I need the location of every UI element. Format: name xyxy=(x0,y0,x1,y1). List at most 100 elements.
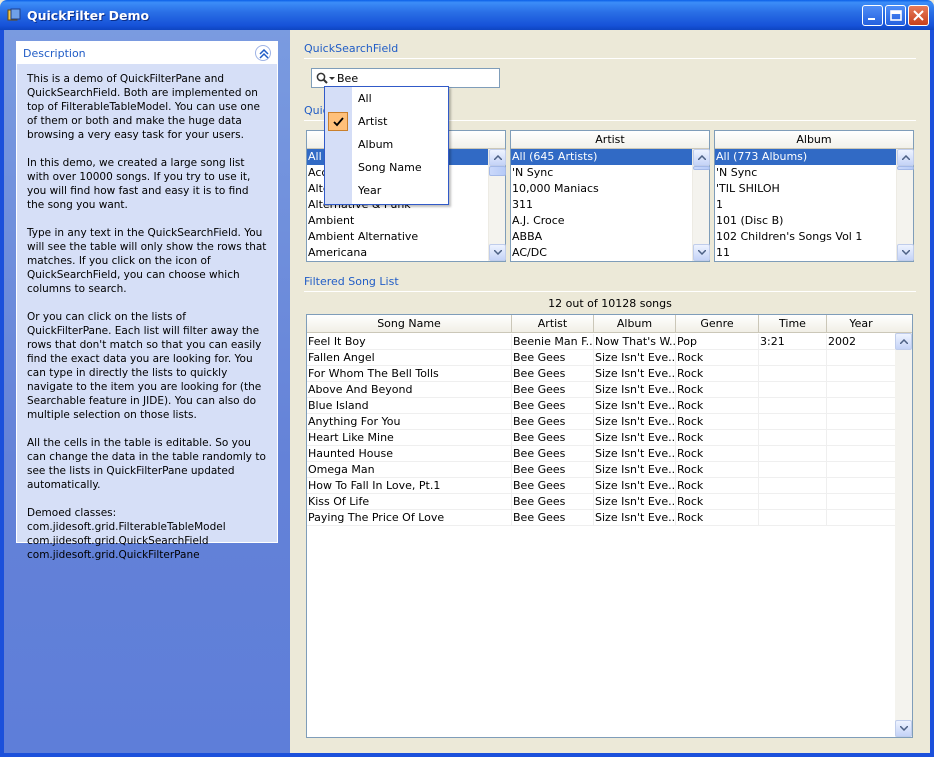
cell-genre[interactable]: Rock xyxy=(676,430,759,446)
cell-year[interactable] xyxy=(827,430,896,446)
table-row[interactable]: Heart Like Mine Bee Gees Size Isn't Eve...… xyxy=(307,430,896,446)
table-row[interactable]: Omega Man Bee Gees Size Isn't Eve... Rock xyxy=(307,462,896,478)
scroll-up-button[interactable] xyxy=(693,149,710,166)
title-bar[interactable]: QuickFilter Demo xyxy=(0,0,934,30)
maximize-button[interactable] xyxy=(885,5,906,26)
cell-album[interactable]: Size Isn't Eve... xyxy=(594,414,676,430)
table-row[interactable]: Paying The Price Of Love Bee Gees Size Isn… xyxy=(307,510,896,526)
filter-list-artist[interactable]: Artist All (645 Artists) 'N Sync 10,000 … xyxy=(510,130,710,262)
list-item[interactable]: 'N Sync xyxy=(511,165,692,181)
filter-list-album[interactable]: Album All (773 Albums) 'N Sync 'TIL SHIL… xyxy=(714,130,914,262)
cell-album[interactable]: Size Isn't Eve... xyxy=(594,350,676,366)
list-item[interactable]: All (645 Artists) xyxy=(511,149,692,165)
description-header[interactable]: Description xyxy=(17,42,277,64)
cell-time[interactable] xyxy=(759,366,827,382)
cell-time[interactable] xyxy=(759,430,827,446)
cell-genre[interactable]: Rock xyxy=(676,382,759,398)
cell-genre[interactable]: Rock xyxy=(676,478,759,494)
cell-song-name[interactable]: Kiss Of Life xyxy=(307,494,512,510)
cell-song-name[interactable]: Above And Beyond xyxy=(307,382,512,398)
quick-search-field[interactable]: Bee xyxy=(311,68,500,88)
cell-song-name[interactable]: Heart Like Mine xyxy=(307,430,512,446)
cell-album[interactable]: Size Isn't Eve... xyxy=(594,430,676,446)
cell-artist[interactable]: Bee Gees xyxy=(512,510,594,526)
cell-time[interactable] xyxy=(759,382,827,398)
cell-album[interactable]: Size Isn't Eve... xyxy=(594,478,676,494)
list-item[interactable]: ABBA xyxy=(511,229,692,245)
cell-genre[interactable]: Rock xyxy=(676,398,759,414)
cell-song-name[interactable]: How To Fall In Love, Pt.1 xyxy=(307,478,512,494)
cell-artist[interactable]: Bee Gees xyxy=(512,350,594,366)
cell-genre[interactable]: Pop xyxy=(676,334,759,350)
cell-album[interactable]: Size Isn't Eve... xyxy=(594,366,676,382)
cell-genre[interactable]: Rock xyxy=(676,446,759,462)
scroll-up-button[interactable] xyxy=(489,149,506,166)
cell-time[interactable] xyxy=(759,414,827,430)
scroll-down-button[interactable] xyxy=(693,244,710,261)
list-item[interactable]: 'TIL SHILOH xyxy=(715,181,896,197)
cell-genre[interactable]: Rock xyxy=(676,510,759,526)
list-scrollbar[interactable] xyxy=(896,149,914,261)
cell-time[interactable] xyxy=(759,510,827,526)
menu-item-artist[interactable]: Artist xyxy=(325,110,448,133)
cell-artist[interactable]: Bee Gees xyxy=(512,462,594,478)
cell-artist[interactable]: Bee Gees xyxy=(512,414,594,430)
list-item[interactable]: 11 xyxy=(715,245,896,261)
column-header-album[interactable]: Album xyxy=(594,315,676,333)
cell-year[interactable] xyxy=(827,478,896,494)
cell-song-name[interactable]: Paying The Price Of Love xyxy=(307,510,512,526)
cell-time[interactable] xyxy=(759,398,827,414)
cell-genre[interactable]: Rock xyxy=(676,414,759,430)
cell-year[interactable] xyxy=(827,398,896,414)
table-row[interactable]: Blue Island Bee Gees Size Isn't Eve... Rock xyxy=(307,398,896,414)
scroll-thumb[interactable] xyxy=(489,166,506,176)
cell-song-name[interactable]: Fallen Angel xyxy=(307,350,512,366)
scroll-up-button[interactable] xyxy=(897,149,914,166)
table-row[interactable]: Kiss Of Life Bee Gees Size Isn't Eve... Roc… xyxy=(307,494,896,510)
dropdown-caret-icon[interactable] xyxy=(329,77,335,80)
search-input[interactable]: Bee xyxy=(337,72,358,85)
table-row[interactable]: Haunted House Bee Gees Size Isn't Eve... Ro… xyxy=(307,446,896,462)
list-item[interactable]: All (773 Albums) xyxy=(715,149,896,165)
cell-album[interactable]: Size Isn't Eve... xyxy=(594,462,676,478)
cell-year[interactable] xyxy=(827,382,896,398)
cell-time[interactable]: 3:21 xyxy=(759,334,827,350)
column-header-genre[interactable]: Genre xyxy=(676,315,759,333)
column-header-year[interactable]: Year xyxy=(827,315,896,333)
list-item[interactable]: 10,000 Maniacs xyxy=(511,181,692,197)
cell-artist[interactable]: Bee Gees xyxy=(512,494,594,510)
cell-time[interactable] xyxy=(759,494,827,510)
list-item[interactable]: Ambient xyxy=(307,213,488,229)
cell-album[interactable]: Now That's W... xyxy=(594,334,676,350)
list-item[interactable]: 311 xyxy=(511,197,692,213)
cell-year[interactable] xyxy=(827,462,896,478)
cell-album[interactable]: Size Isn't Eve... xyxy=(594,446,676,462)
list-scrollbar[interactable] xyxy=(692,149,710,261)
column-header-time[interactable]: Time xyxy=(759,315,827,333)
cell-artist[interactable]: Bee Gees xyxy=(512,366,594,382)
cell-year[interactable] xyxy=(827,414,896,430)
scroll-thumb[interactable] xyxy=(693,166,710,170)
list-item[interactable]: 102 Children's Songs Vol 1 xyxy=(715,229,896,245)
cell-song-name[interactable]: Anything For You xyxy=(307,414,512,430)
cell-artist[interactable]: Bee Gees xyxy=(512,430,594,446)
cell-album[interactable]: Size Isn't Eve... xyxy=(594,398,676,414)
list-item[interactable]: 101 (Disc B) xyxy=(715,213,896,229)
song-table[interactable]: Song Name Artist Album Genre Time Year F… xyxy=(306,314,913,738)
table-row[interactable]: For Whom The Bell Tolls Bee Gees Size Isn'… xyxy=(307,366,896,382)
list-item[interactable]: Americana xyxy=(307,245,488,261)
cell-song-name[interactable]: Haunted House xyxy=(307,446,512,462)
cell-time[interactable] xyxy=(759,446,827,462)
scroll-down-button[interactable] xyxy=(897,244,914,261)
table-row[interactable]: Anything For You Bee Gees Size Isn't Eve..… xyxy=(307,414,896,430)
table-scrollbar[interactable] xyxy=(895,333,912,737)
close-button[interactable] xyxy=(908,5,929,26)
search-icon[interactable] xyxy=(316,72,328,87)
cell-year[interactable] xyxy=(827,510,896,526)
cell-genre[interactable]: Rock xyxy=(676,350,759,366)
list-item[interactable]: 1 xyxy=(715,197,896,213)
list-scrollbar[interactable] xyxy=(488,149,506,261)
scroll-down-button[interactable] xyxy=(895,720,912,737)
cell-album[interactable]: Size Isn't Eve... xyxy=(594,494,676,510)
cell-time[interactable] xyxy=(759,478,827,494)
